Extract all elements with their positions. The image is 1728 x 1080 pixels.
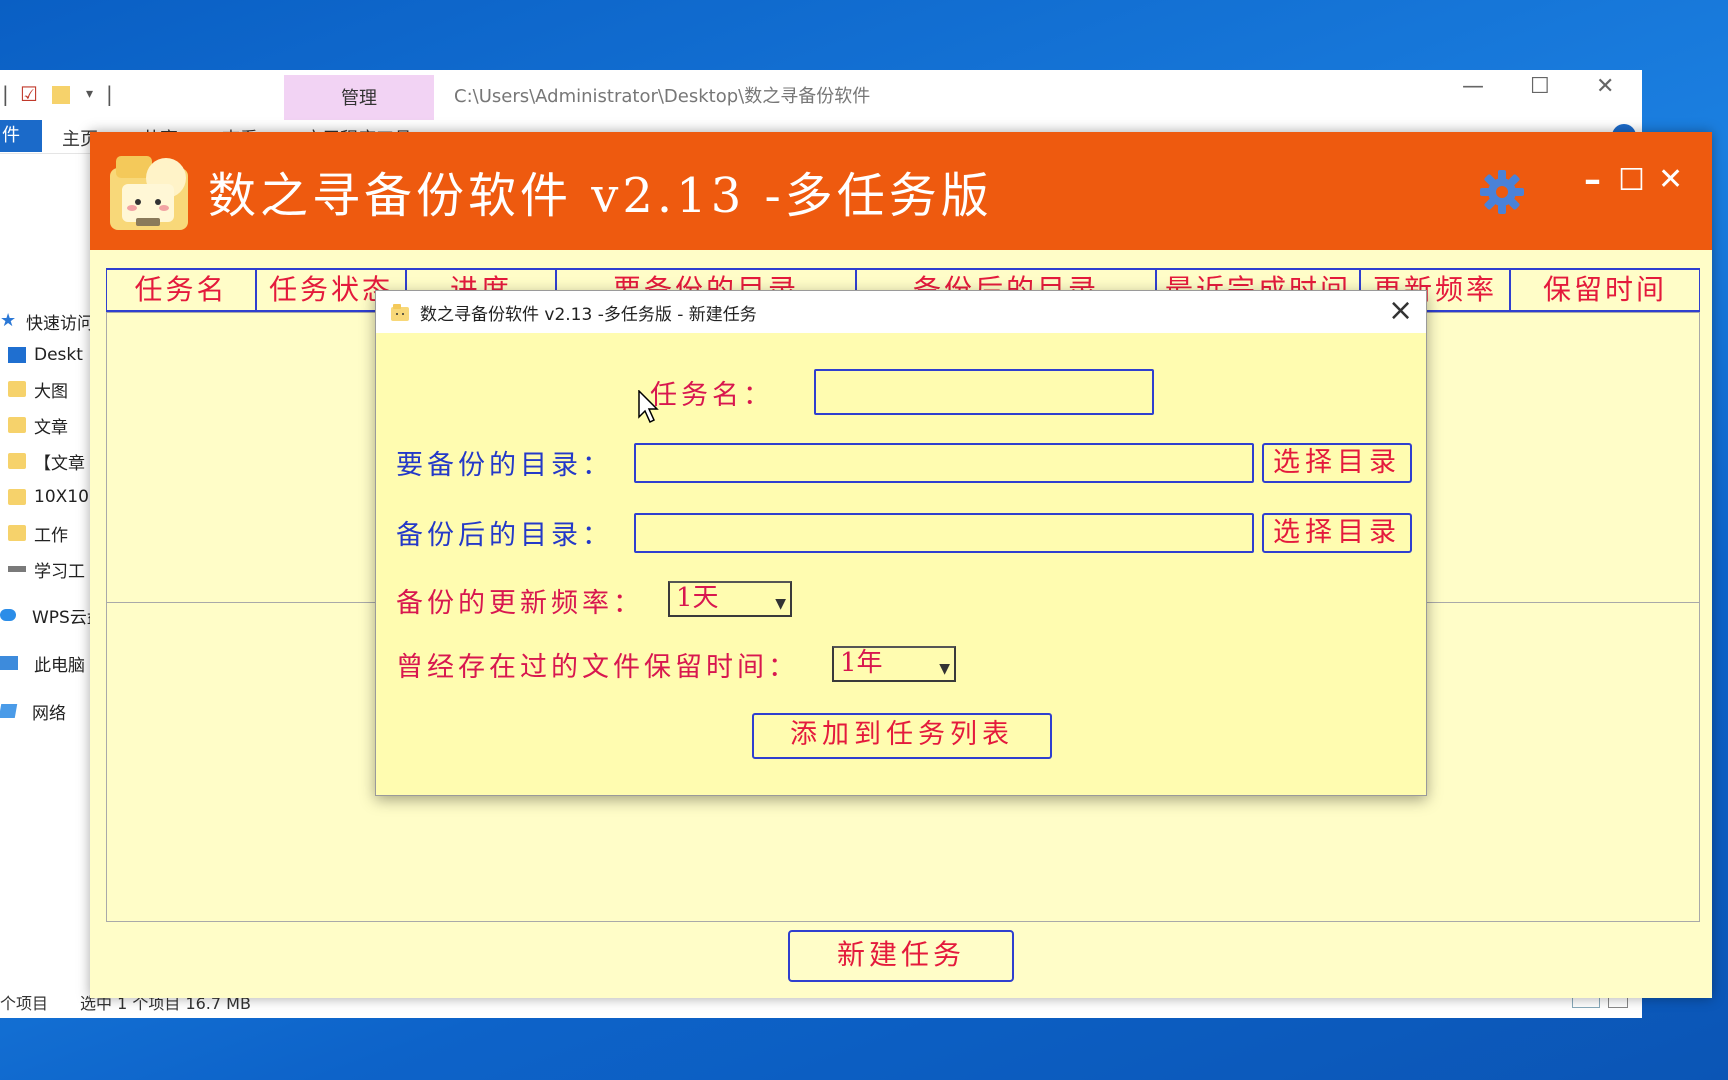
sidebar-item-folder[interactable]: 【文章 — [0, 446, 85, 476]
maximize-icon[interactable]: ☐ — [1618, 163, 1645, 198]
maximize-icon[interactable]: ☐ — [1530, 74, 1550, 99]
new-task-button[interactable]: 新建任务 — [788, 930, 1014, 982]
sidebar-item-folder[interactable]: 10X10 — [0, 482, 89, 512]
explorer-sidebar: ★快速访问 Deskt 大图 文章 【文章 10X10 工作 学习工 WPS云盘… — [0, 154, 92, 984]
add-to-task-list-button[interactable]: 添加到任务列表 — [752, 713, 1052, 759]
sidebar-item-wps-cloud[interactable]: WPS云盘 — [0, 600, 91, 630]
target-dir-input[interactable] — [634, 513, 1254, 553]
sidebar-item-folder[interactable]: 文章 — [0, 410, 68, 440]
new-folder-icon[interactable] — [52, 86, 70, 104]
cloud-icon — [0, 609, 16, 621]
dropdown-arrow-icon: ▼ — [775, 596, 786, 612]
sidebar-item-this-pc[interactable]: 此电脑 — [0, 648, 85, 678]
retention-select[interactable]: 1年 ▼ — [832, 646, 956, 682]
retention-label: 曾经存在过的文件保留时间： — [396, 652, 799, 683]
sidebar-item-quick-access[interactable]: ★ 快速访问 — [0, 306, 91, 336]
folder-icon — [8, 453, 26, 469]
sidebar-item-folder[interactable]: 工作 — [0, 518, 68, 548]
task-name-input[interactable] — [814, 369, 1154, 415]
folder-icon — [8, 489, 26, 505]
app-logo-icon — [110, 156, 188, 230]
column-header-task-name[interactable]: 任务名 — [106, 268, 256, 312]
sidebar-item-drive[interactable]: 学习工 — [0, 554, 85, 584]
frequency-selected-value: 1天 — [676, 583, 719, 613]
folder-icon — [8, 417, 26, 433]
retention-selected-value: 1年 — [840, 648, 883, 678]
dialog-close-icon[interactable]: × — [1388, 293, 1413, 328]
minimize-icon[interactable]: – — [1584, 160, 1601, 200]
new-task-dialog: 数之寻备份软件 v2.13 -多任务版 - 新建任务 × 任务名： 要备份的目录… — [375, 290, 1427, 796]
sidebar-item-network[interactable]: 网络 — [0, 696, 66, 726]
frequency-label: 备份的更新频率： — [396, 588, 644, 619]
desktop-icon — [8, 347, 26, 363]
folder-icon — [8, 381, 26, 397]
sidebar-item-desktop[interactable]: Deskt — [0, 340, 83, 370]
gear-icon[interactable] — [1478, 168, 1526, 216]
sidebar-item-folder[interactable]: 大图 — [0, 374, 68, 404]
task-name-label: 任务名： — [650, 380, 774, 411]
choose-target-dir-button[interactable]: 选择目录 — [1262, 513, 1412, 553]
ribbon-file-tab[interactable]: 件 — [0, 120, 42, 152]
status-item-count: 个项目 — [0, 994, 49, 1013]
drive-icon — [8, 566, 26, 572]
close-icon[interactable]: ✕ — [1596, 74, 1614, 99]
close-icon[interactable]: ✕ — [1658, 162, 1683, 197]
explorer-path: C:\Users\Administrator\Desktop\数之寻备份软件 — [454, 86, 871, 107]
frequency-select[interactable]: 1天 ▼ — [668, 581, 792, 617]
minimize-icon[interactable]: — — [1462, 74, 1484, 99]
target-dir-label: 备份后的目录： — [396, 520, 613, 551]
source-dir-label: 要备份的目录： — [396, 450, 613, 481]
dialog-title: 数之寻备份软件 v2.13 -多任务版 - 新建任务 — [420, 305, 757, 325]
app-logo-icon — [391, 304, 409, 321]
column-header-retention[interactable]: 保留时间 — [1510, 268, 1700, 312]
pc-icon — [0, 656, 18, 670]
choose-source-dir-button[interactable]: 选择目录 — [1262, 443, 1412, 483]
dialog-titlebar: 数之寻备份软件 v2.13 -多任务版 - 新建任务 × — [376, 291, 1426, 333]
properties-icon[interactable]: ☑ — [20, 82, 38, 106]
divider-icon: | — [2, 82, 9, 106]
explorer-titlebar: | ☑ ▾ | 管理 C:\Users\Administrator\Deskto… — [0, 70, 1642, 120]
source-dir-input[interactable] — [634, 443, 1254, 483]
star-icon: ★ — [0, 310, 17, 331]
network-icon — [0, 704, 18, 718]
divider-icon: | — [106, 82, 113, 106]
tab-manage[interactable]: 管理 — [284, 75, 434, 120]
app-header: 数之寻备份软件 v2.13 -多任务版 – ☐ ✕ — [90, 132, 1712, 250]
folder-icon — [8, 525, 26, 541]
dropdown-arrow-icon: ▼ — [939, 661, 950, 677]
customize-quick-access-icon[interactable]: ▾ — [86, 86, 93, 102]
mouse-cursor-icon — [638, 390, 659, 424]
app-title: 数之寻备份软件 v2.13 -多任务版 — [208, 168, 993, 224]
